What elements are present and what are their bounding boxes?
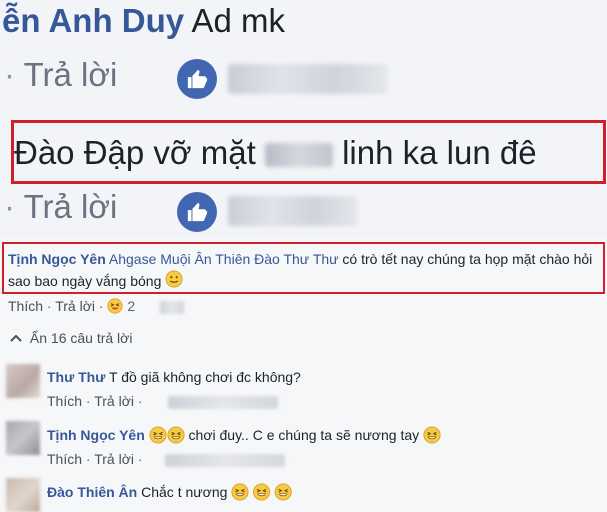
hide-replies-toggle[interactable]: Ẩn 16 câu trả lời [10,330,132,346]
reply-link[interactable]: Trả lời [24,56,118,93]
main-comment: Tịnh Ngọc Yên Ahgase Muội Ân Thiên Đào T… [8,248,600,294]
laughing-emoji-icon [149,426,185,447]
avatar[interactable] [6,421,40,455]
separator: · [4,56,15,93]
redacted-timestamp [165,454,285,467]
zoomed-comment-region: ễn Anh Duy Ad mk · Trả lời Đào Đập vỡ mặ… [0,0,607,238]
smile-emoji-icon [165,270,183,294]
reply-item: Thư Thư T đồ giã không chơi đc không? [47,369,301,385]
highlight-comment-author[interactable]: Đào [14,134,75,171]
reply-link[interactable]: Trả lời [24,188,118,225]
hide-replies-label[interactable]: Ẩn 16 câu trả lời [30,330,133,346]
reply-text: chơi đuy.. C e chúng ta sẽ nương tay [188,427,420,444]
top-comment-text: Ad mk [191,2,286,39]
separator: · [85,393,91,409]
highlight-comment-text-before: Đập vỡ mặt [83,134,256,171]
separator: · [46,298,52,315]
redacted-timestamp [228,196,358,226]
redacted-timestamp [168,396,278,409]
reply-actions: Thích · Trả lời · [47,393,143,409]
chevron-up-icon [10,330,26,346]
like-link[interactable]: Thích [47,451,82,467]
reply-text: T đồ giã không chơi đc không? [109,369,301,385]
separator: · [137,393,143,409]
reply-link[interactable]: Trả lời [94,393,134,409]
avatar[interactable] [6,364,40,398]
laughing-emoji-icon [423,426,441,447]
reply-author[interactable]: Tịnh Ngọc Yên [47,427,145,443]
like-thumb-icon [177,192,217,232]
highlight-comment-text-after: linh ka lun đê [342,134,537,171]
reply-link[interactable]: Trả lời [55,298,95,314]
main-comment-author[interactable]: Tịnh Ngọc Yên [8,251,106,267]
laughing-emoji-icon [231,483,303,504]
top-comment-actions: · Trả lời [4,54,117,96]
separator: · [85,451,91,467]
like-thumb-icon [177,59,217,99]
reply-author[interactable]: Thư Thư [47,369,105,385]
highlight-comment-actions: · Trả lời [4,186,117,228]
top-comment: ễn Anh Duy Ad mk [2,0,285,42]
reaction-count[interactable]: 2 [127,298,135,314]
separator: · [137,451,143,467]
reply-item: Đào Thiên Ân Chắc t nương [47,483,303,504]
separator: · [98,298,104,315]
redacted-timestamp [160,301,184,314]
like-link[interactable]: Thích [8,298,43,314]
separator: · [4,188,15,225]
highlight-comment: Đào Đập vỡ mặt linh ka lun đê [14,129,537,177]
avatar[interactable] [6,478,40,512]
reply-author[interactable]: Đào Thiên Ân [47,484,137,500]
top-comment-author[interactable]: ễn Anh Duy [2,2,184,39]
reply-item: Tịnh Ngọc Yên chơi đuy.. C e chúng ta sẽ… [47,426,441,447]
reply-actions: Thích · Trả lời · [47,451,143,467]
redacted-name [264,143,333,168]
main-comment-actions: Thích · Trả lời · 2 [8,298,135,317]
squint-laugh-emoji-icon[interactable] [107,298,124,317]
tagged-users[interactable]: Ahgase Muội Ân Thiên Đào Thư Thư [109,251,339,267]
reply-text: Chắc t nương [141,484,228,501]
reply-link[interactable]: Trả lời [94,451,134,467]
redacted-timestamp [228,64,388,94]
like-link[interactable]: Thích [47,393,82,409]
